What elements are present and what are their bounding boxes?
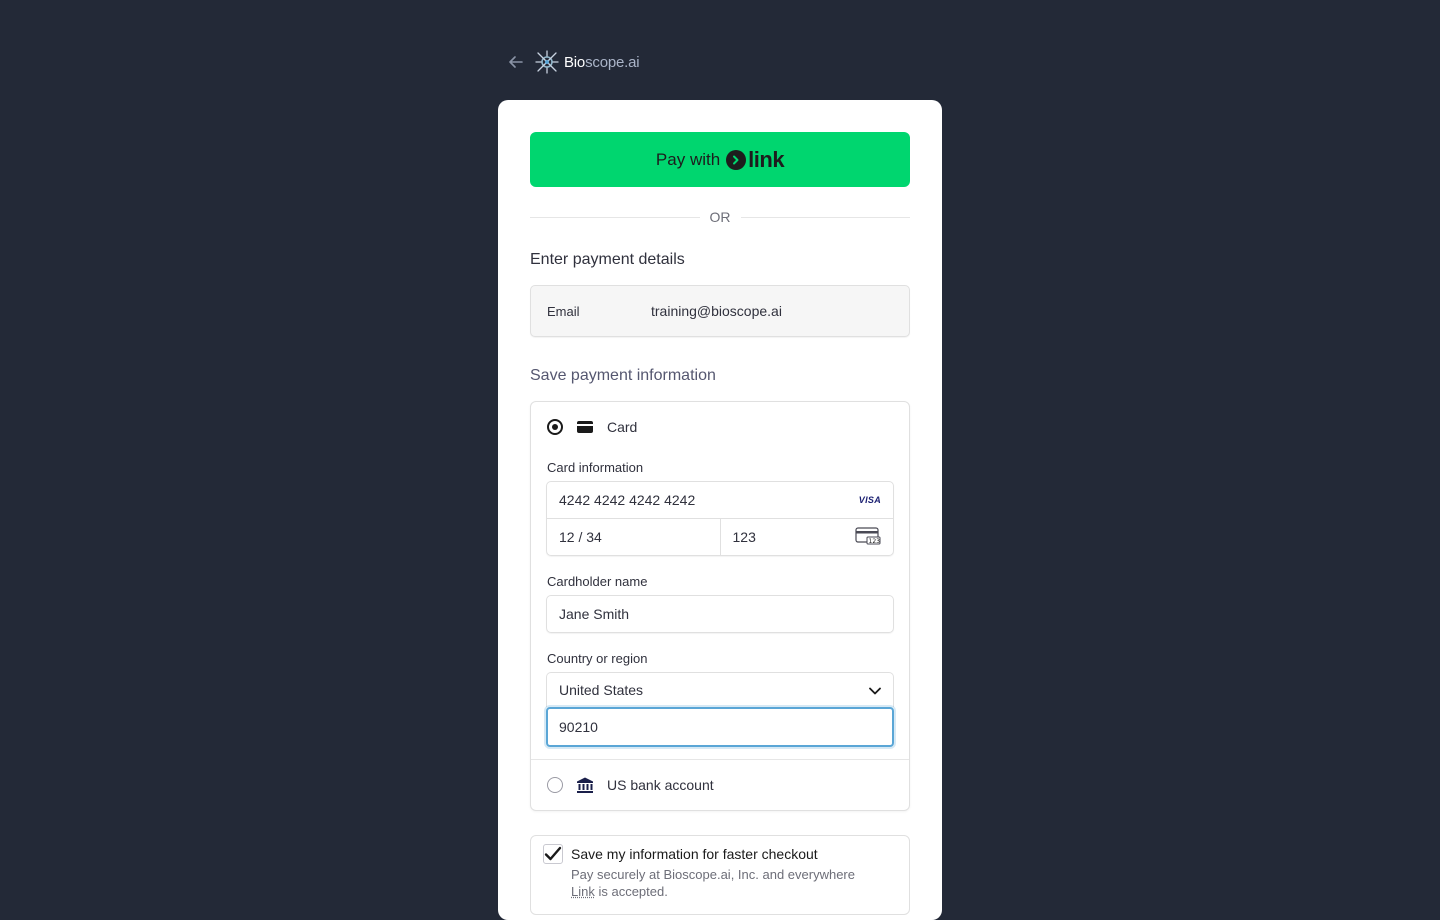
brand-name: Bioscope.ai — [564, 53, 640, 71]
country-select[interactable]: United States — [546, 672, 894, 707]
link-chevron-icon — [726, 149, 747, 170]
link-text[interactable]: Link — [571, 884, 595, 899]
top-bar: Bioscope.ai — [506, 46, 640, 78]
method-card-option[interactable]: Card — [531, 402, 909, 452]
or-label: OR — [709, 209, 731, 225]
chevron-down-icon — [869, 682, 881, 698]
pay-with-link-button[interactable]: Pay with link — [530, 132, 910, 187]
svg-text:123: 123 — [869, 537, 881, 544]
save-info-box: Save my information for faster checkout … — [530, 835, 910, 915]
email-value: training@bioscope.ai — [651, 303, 782, 319]
email-label: Email — [547, 303, 580, 319]
card-information-label: Card information — [547, 460, 644, 475]
cardholder-name-value: Jane Smith — [559, 606, 630, 622]
bioscope-logo-icon — [535, 50, 559, 74]
payment-details-title: Enter payment details — [530, 251, 685, 268]
cardholder-label: Cardholder name — [547, 574, 648, 589]
card-icon — [575, 417, 595, 437]
card-form: Card information 4242 4242 4242 4242 VIS… — [531, 460, 909, 759]
card-label: Card — [607, 419, 638, 435]
bank-icon — [575, 775, 595, 795]
email-field[interactable]: Email training@bioscope.ai — [530, 285, 910, 337]
save-info-title: Save my information for faster checkout — [571, 846, 818, 862]
cvc-value: 123 — [732, 529, 756, 545]
method-bank-option[interactable]: US bank account — [531, 760, 909, 810]
card-number-input[interactable]: 4242 4242 4242 4242 VISA — [547, 482, 893, 518]
save-payment-title: Save payment information — [530, 367, 716, 384]
card-radio[interactable] — [547, 419, 563, 435]
save-info-checkbox[interactable] — [543, 844, 563, 864]
cvc-card-icon: 123 — [855, 526, 881, 548]
card-information-group: 4242 4242 4242 4242 VISA 12 / 34 123 123 — [546, 481, 894, 556]
back-arrow-icon[interactable] — [506, 52, 526, 72]
expiry-value: 12 / 34 — [559, 529, 602, 545]
checkmark-icon — [544, 846, 562, 861]
pay-with-label: Pay with — [655, 149, 721, 169]
visa-icon: VISA — [858, 495, 881, 505]
brand-logo[interactable]: Bioscope.ai — [534, 49, 640, 75]
cvc-input[interactable]: 123 123 — [719, 519, 894, 555]
country-value: United States — [559, 682, 644, 698]
payment-methods: Card Card information 4242 4242 4242 424… — [530, 401, 910, 811]
cardholder-name-input[interactable]: Jane Smith — [546, 595, 894, 633]
checkout-card: Pay with link OR Enter payment details E… — [498, 100, 942, 920]
or-divider: OR — [530, 209, 910, 225]
expiry-input[interactable]: 12 / 34 — [547, 519, 720, 555]
country-label: Country or region — [547, 651, 648, 666]
zip-value: 90210 — [559, 719, 598, 735]
bank-label: US bank account — [607, 777, 714, 793]
zip-input[interactable]: 90210 — [546, 707, 894, 747]
bank-radio[interactable] — [547, 777, 563, 793]
link-logo: link — [726, 147, 785, 173]
card-number-value: 4242 4242 4242 4242 — [559, 492, 696, 508]
save-info-description: Pay securely at Bioscope.ai, Inc. and ev… — [571, 867, 855, 899]
